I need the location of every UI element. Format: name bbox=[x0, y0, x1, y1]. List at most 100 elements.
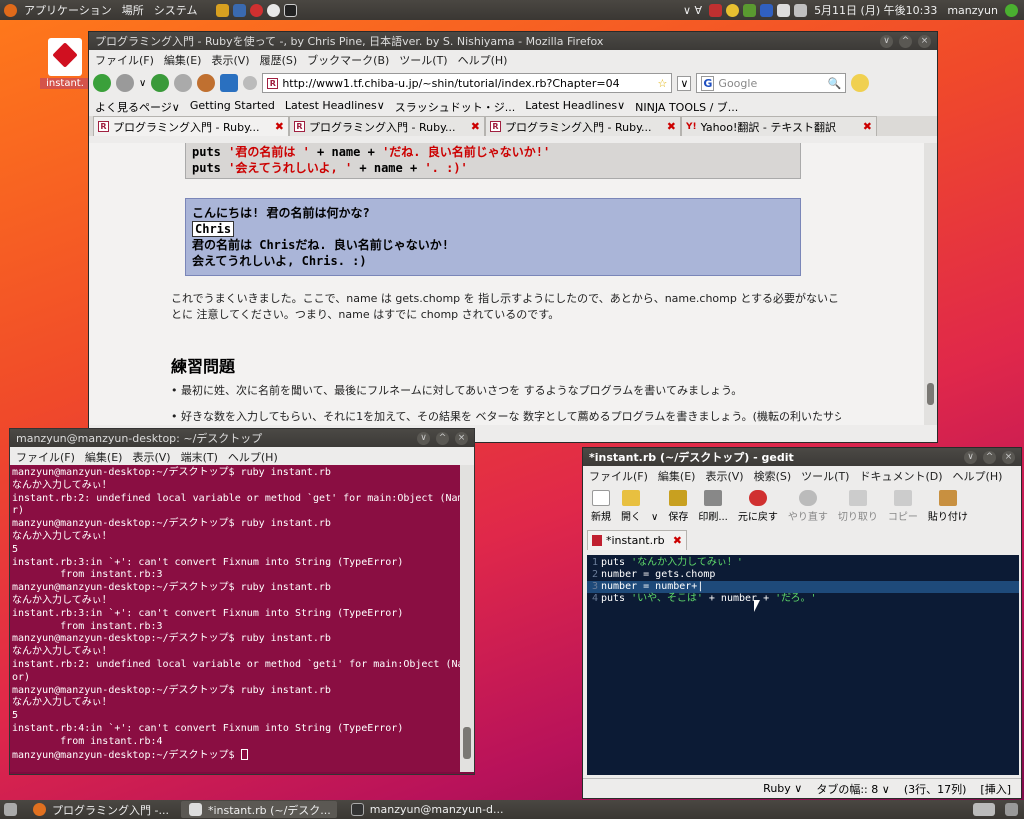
terminal-output[interactable]: manzyun@manzyun-desktop:~/デスクトップ$ ruby i… bbox=[10, 465, 460, 772]
close-icon[interactable]: ✖ bbox=[673, 534, 682, 547]
maximize-icon[interactable]: ^ bbox=[983, 450, 996, 464]
menu-view[interactable]: 表示(V) bbox=[705, 468, 743, 484]
url-bar[interactable]: R http://www1.tf.chiba-u.jp/~shin/tutori… bbox=[262, 73, 673, 93]
bookmark-item[interactable]: よく見るページ∨ bbox=[95, 99, 180, 114]
menu-edit[interactable]: 編集(E) bbox=[658, 468, 696, 484]
launcher-icon[interactable] bbox=[267, 3, 281, 17]
launcher-icon[interactable] bbox=[216, 3, 230, 17]
gedit-titlebar[interactable]: *instant.rb (~/デスクトップ) - gedit ∨ ^ × bbox=[583, 448, 1021, 466]
status-online-icon[interactable] bbox=[1005, 3, 1018, 17]
menu-history[interactable]: 履歴(S) bbox=[260, 52, 298, 68]
stop-icon[interactable] bbox=[174, 74, 193, 92]
back-arrow-icon[interactable] bbox=[93, 74, 111, 92]
code-line[interactable]: 3 number = number+| bbox=[587, 581, 1019, 593]
menu-bookmarks[interactable]: ブックマーク(B) bbox=[307, 52, 389, 68]
menu-system[interactable]: システム bbox=[149, 2, 203, 18]
show-desktop-icon[interactable] bbox=[4, 803, 17, 816]
code-line[interactable]: 4 puts 'いや、そこは' + number + 'だろ。' bbox=[587, 593, 1019, 605]
update-icon[interactable] bbox=[726, 3, 740, 17]
menu-tools[interactable]: ツール(T) bbox=[801, 468, 849, 484]
signal-icon[interactable] bbox=[743, 3, 757, 17]
scrollbar-thumb[interactable] bbox=[927, 383, 934, 405]
addon-icon[interactable] bbox=[220, 74, 239, 92]
maximize-icon[interactable]: ^ bbox=[436, 431, 449, 445]
bookmark-item[interactable]: Latest Headlines∨ bbox=[285, 99, 385, 113]
menu-edit[interactable]: 編集(E) bbox=[85, 449, 123, 465]
menu-terminal[interactable]: 端末(T) bbox=[181, 449, 218, 465]
cut-button[interactable]: 切り取り bbox=[838, 490, 878, 523]
search-input[interactable]: G Google 🔍 bbox=[696, 73, 847, 93]
bookmark-star-icon[interactable]: ☆ bbox=[657, 77, 667, 90]
home-icon[interactable] bbox=[197, 74, 216, 92]
network-icon[interactable] bbox=[709, 3, 723, 17]
menu-edit[interactable]: 編集(E) bbox=[164, 52, 202, 68]
close-icon[interactable]: × bbox=[455, 431, 468, 445]
minimize-icon[interactable]: ∨ bbox=[880, 34, 893, 48]
desktop-file-icon[interactable]: instant. bbox=[40, 38, 90, 89]
firefox-titlebar[interactable]: プログラミング入門 - Rubyを使って -, by Chris Pine, 日… bbox=[89, 32, 937, 50]
bookmark-item[interactable]: NINJA TOOLS / ブ... bbox=[635, 99, 738, 114]
close-icon[interactable]: × bbox=[918, 34, 931, 48]
workspace-switcher-icon[interactable] bbox=[973, 803, 995, 816]
open-button[interactable]: 開く bbox=[621, 490, 641, 523]
mail-icon[interactable] bbox=[777, 3, 791, 17]
scrollbar-thumb[interactable] bbox=[463, 727, 471, 759]
menu-help[interactable]: ヘルプ(H) bbox=[458, 52, 508, 68]
close-icon[interactable]: ✖ bbox=[667, 120, 676, 133]
close-icon[interactable]: ✖ bbox=[471, 120, 480, 133]
undo-button[interactable]: 元に戻す bbox=[738, 490, 778, 523]
info-icon[interactable] bbox=[760, 3, 774, 17]
code-editor[interactable]: 1 puts 'なんか入力してみぃ！' 2 number = gets.chomp 3 n… bbox=[587, 555, 1019, 775]
menu-search[interactable]: 検索(S) bbox=[754, 468, 792, 484]
paste-button[interactable]: 貼り付け bbox=[928, 490, 968, 523]
page-scrollbar[interactable] bbox=[924, 143, 937, 425]
menu-file[interactable]: ファイル(F) bbox=[95, 52, 154, 68]
minimize-icon[interactable]: ∨ bbox=[417, 431, 430, 445]
print-button[interactable]: 印刷... bbox=[698, 490, 728, 523]
menu-places[interactable]: 場所 bbox=[117, 2, 149, 18]
chevron-down-icon[interactable]: ∨ bbox=[139, 78, 146, 89]
close-icon[interactable]: ✖ bbox=[863, 120, 872, 133]
terminal-scrollbar[interactable] bbox=[460, 465, 474, 772]
taskbar-item-firefox[interactable]: プログラミング入門 -... bbox=[25, 801, 175, 818]
language-selector[interactable]: Ruby ∨ bbox=[763, 782, 802, 795]
menu-help[interactable]: ヘルプ(H) bbox=[953, 468, 1003, 484]
tab-width-selector[interactable]: タブの幅:: 8 ∨ bbox=[816, 781, 889, 797]
terminal-titlebar[interactable]: manzyun@manzyun-desktop: ~/デスクトップ ∨ ^ × bbox=[10, 429, 474, 447]
addon-icon[interactable] bbox=[851, 74, 870, 92]
bookmark-item[interactable]: Getting Started bbox=[190, 99, 275, 113]
menu-file[interactable]: ファイル(F) bbox=[589, 468, 648, 484]
menu-tools[interactable]: ツール(T) bbox=[399, 52, 447, 68]
open-dropdown-button[interactable]: ∨ bbox=[651, 512, 658, 523]
code-line[interactable]: 1 puts 'なんか入力してみぃ！' bbox=[587, 557, 1019, 569]
ubuntu-logo-icon[interactable] bbox=[4, 3, 17, 17]
new-button[interactable]: 新規 bbox=[591, 490, 611, 523]
trash-icon[interactable] bbox=[1005, 803, 1018, 816]
tab-yahoo-translate[interactable]: Y! Yahoo!翻訳 - テキスト翻訳 ✖ bbox=[681, 116, 877, 136]
menu-documents[interactable]: ドキュメント(D) bbox=[859, 468, 942, 484]
copy-button[interactable]: コピー bbox=[888, 490, 918, 523]
minimize-icon[interactable]: ∨ bbox=[964, 450, 977, 464]
chevron-down-icon[interactable]: ∨ bbox=[677, 75, 692, 91]
clock[interactable]: 5月11日 (月) 午後10:33 bbox=[809, 2, 942, 18]
volume-icon[interactable] bbox=[794, 3, 808, 17]
help-icon[interactable] bbox=[250, 3, 264, 17]
bookmark-item[interactable]: スラッシュドット・ジ... bbox=[395, 99, 516, 114]
launcher-icon[interactable] bbox=[233, 3, 247, 17]
chevron-down-icon[interactable]: ∨ ∀ bbox=[678, 4, 707, 17]
tab-programming-1[interactable]: R プログラミング入門 - Ruby... ✖ bbox=[93, 116, 289, 136]
forward-arrow-icon[interactable] bbox=[116, 74, 134, 92]
launcher-icon[interactable] bbox=[284, 3, 298, 17]
taskbar-item-terminal[interactable]: manzyun@manzyun-d... bbox=[343, 801, 510, 818]
google-icon[interactable]: G bbox=[701, 75, 715, 91]
redo-button[interactable]: やり直す bbox=[788, 490, 828, 523]
search-icon[interactable]: 🔍 bbox=[828, 77, 842, 90]
code-line[interactable]: 2 number = gets.chomp bbox=[587, 569, 1019, 581]
maximize-icon[interactable]: ^ bbox=[899, 34, 912, 48]
username[interactable]: manzyun bbox=[942, 4, 1003, 17]
document-tab[interactable]: *instant.rb ✖ bbox=[587, 530, 687, 550]
menu-view[interactable]: 表示(V) bbox=[211, 52, 249, 68]
menu-help[interactable]: ヘルプ(H) bbox=[228, 449, 278, 465]
reload-icon[interactable] bbox=[151, 74, 170, 92]
tab-programming-2[interactable]: R プログラミング入門 - Ruby... ✖ bbox=[289, 116, 485, 136]
